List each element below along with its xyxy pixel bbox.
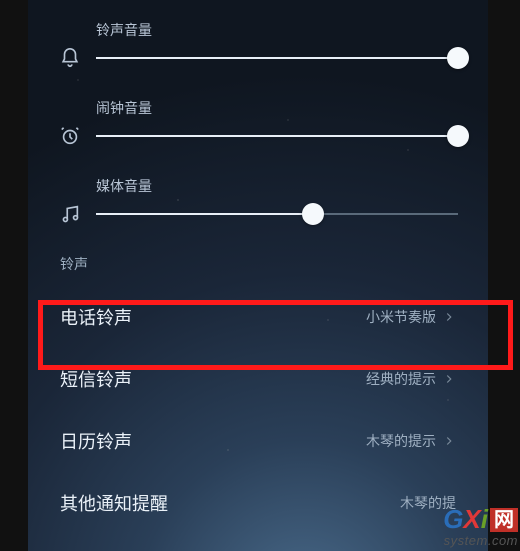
sms-ringtone-title: 短信铃声 xyxy=(60,366,132,392)
alarm-volume-row xyxy=(58,124,458,148)
calendar-ringtone-value: 木琴的提示 xyxy=(366,431,436,451)
alarm-volume-label: 闹钟音量 xyxy=(96,98,458,118)
chevron-right-icon xyxy=(442,434,456,448)
ring-volume-slider[interactable] xyxy=(96,47,458,69)
alarm-volume-block: 闹钟音量 xyxy=(58,98,458,148)
watermark-url: system.com xyxy=(443,534,518,547)
bell-icon xyxy=(58,46,82,70)
media-volume-block: 媒体音量 xyxy=(58,176,458,226)
other-notification-title: 其他通知提醒 xyxy=(60,490,168,516)
chevron-right-icon xyxy=(442,372,456,386)
settings-screen: 铃声音量 闹钟音量 xyxy=(28,0,488,551)
ring-volume-label: 铃声音量 xyxy=(96,20,458,40)
phone-ringtone-row[interactable]: 电话铃声 小米节奏版 xyxy=(58,286,458,348)
ring-volume-block: 铃声音量 xyxy=(58,20,458,70)
media-volume-row xyxy=(58,202,458,226)
phone-frame: 铃声音量 闹钟音量 xyxy=(0,0,520,551)
alarm-slider-thumb[interactable] xyxy=(447,125,469,147)
alarm-volume-slider[interactable] xyxy=(96,125,458,147)
phone-ringtone-value: 小米节奏版 xyxy=(366,307,436,327)
ring-slider-thumb[interactable] xyxy=(447,47,469,69)
other-notification-row[interactable]: 其他通知提醒 木琴的提 xyxy=(58,472,458,534)
chevron-right-icon xyxy=(442,310,456,324)
ring-volume-row xyxy=(58,46,458,70)
sms-ringtone-row[interactable]: 短信铃声 经典的提示 xyxy=(58,348,458,410)
alarm-clock-icon xyxy=(58,124,82,148)
watermark-logo: GXi网 xyxy=(443,506,518,532)
music-note-icon xyxy=(58,202,82,226)
content-area: 铃声音量 闹钟音量 xyxy=(28,0,488,534)
media-volume-label: 媒体音量 xyxy=(96,176,458,196)
sms-ringtone-value: 经典的提示 xyxy=(366,369,436,389)
calendar-ringtone-title: 日历铃声 xyxy=(60,428,132,454)
phone-ringtone-title: 电话铃声 xyxy=(60,304,132,330)
ringtone-section-header: 铃声 xyxy=(60,254,458,274)
media-volume-slider[interactable] xyxy=(96,203,458,225)
media-slider-thumb[interactable] xyxy=(302,203,324,225)
calendar-ringtone-row[interactable]: 日历铃声 木琴的提示 xyxy=(58,410,458,472)
watermark: GXi网 system.com xyxy=(443,506,518,547)
